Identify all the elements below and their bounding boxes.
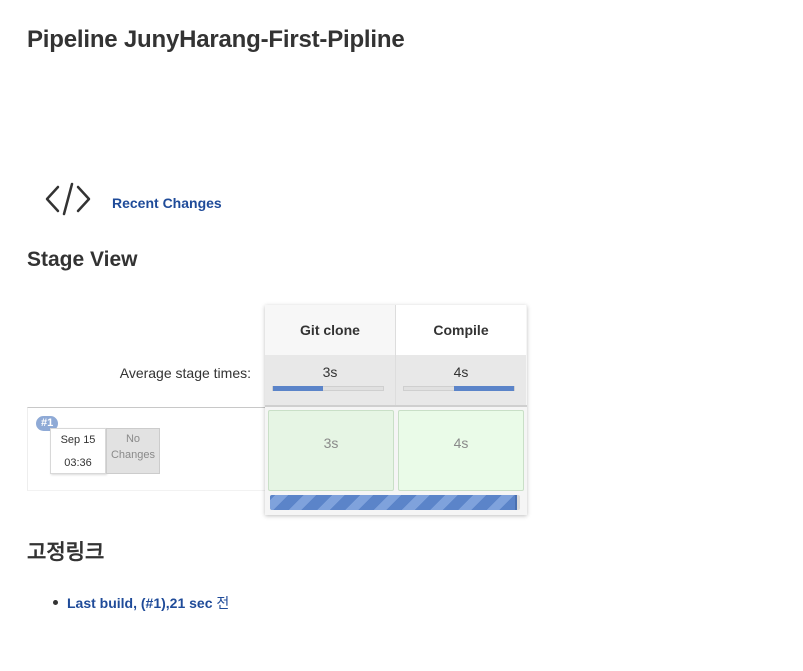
code-icon[interactable] (44, 180, 92, 218)
avg-time-bar (272, 386, 384, 391)
permalinks-title: 고정링크 (27, 541, 105, 564)
no-changes-box[interactable]: No Changes (106, 428, 160, 474)
avg-time-cell: 4s (396, 355, 526, 405)
avg-time-bar (403, 386, 515, 391)
stage-cell-git-clone[interactable]: 3s (268, 410, 394, 491)
avg-time-cell: 3s (265, 355, 395, 405)
build-time: 03:36 (64, 457, 92, 469)
bullet-icon (53, 600, 58, 605)
row-divider (265, 405, 527, 407)
avg-time-bar-fill (273, 386, 323, 391)
avg-time-bar-fill (453, 386, 514, 391)
stage-view-title: Stage View (27, 248, 138, 271)
stage-view-table: Git clone 3s Compile 4s 3s 4s (265, 305, 527, 515)
build-progress-bar (270, 495, 520, 510)
average-stage-times-label: Average stage times: (119, 365, 251, 381)
stage-cell-duration: 3s (323, 435, 339, 451)
build-row: #1 Sep 15 03:36 No Changes (27, 407, 265, 491)
avg-time-value: 3s (322, 364, 338, 380)
avg-time-value: 4s (453, 364, 469, 380)
build-date-box: Sep 15 03:36 (50, 428, 106, 474)
stage-cell-compile[interactable]: 4s (398, 410, 524, 491)
last-build-link[interactable]: Last build, (#1),21 sec 전 (67, 595, 229, 611)
stage-header-git-clone[interactable]: Git clone (265, 305, 395, 355)
permalinks-list: Last build, (#1),21 sec 전 (50, 593, 229, 613)
last-build-link-suffix: 전 (212, 595, 230, 611)
recent-changes-link[interactable]: Recent Changes (112, 195, 222, 211)
stage-view-left: Average stage times: #1 Sep 15 03:36 No … (27, 305, 265, 491)
stage-header-compile[interactable]: Compile (396, 305, 526, 355)
last-build-link-text: Last build, (#1),21 sec (67, 595, 213, 611)
list-item: Last build, (#1),21 sec 전 (50, 593, 229, 613)
build-date: Sep 15 (60, 434, 96, 446)
build-progress-fill (270, 495, 517, 510)
page-title: Pipeline JunyHarang-First-Pipline (27, 26, 405, 53)
stage-cell-duration: 4s (453, 435, 469, 451)
